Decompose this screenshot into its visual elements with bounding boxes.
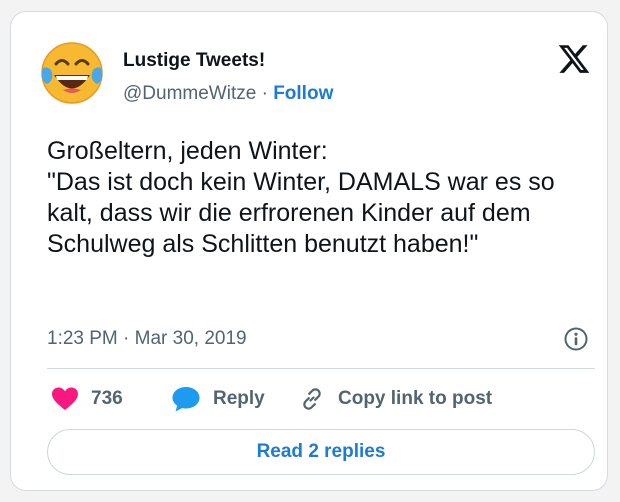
tweet-card: Lustige Tweets! @DummeWitze · Follow Gro… xyxy=(10,11,608,491)
reply-button[interactable]: Reply xyxy=(171,384,265,414)
avatar[interactable] xyxy=(39,40,105,106)
tweet-timestamp[interactable]: 1:23 PM · Mar 30, 2019 xyxy=(47,328,247,350)
separator-dot: · xyxy=(261,83,268,104)
handle-row: @DummeWitze · Follow xyxy=(123,83,333,105)
copy-link-button[interactable]: Copy link to post xyxy=(298,384,492,414)
author-handle[interactable]: @DummeWitze xyxy=(123,83,256,104)
follow-button[interactable]: Follow xyxy=(273,83,333,104)
divider xyxy=(47,368,595,369)
display-name[interactable]: Lustige Tweets! xyxy=(123,50,265,72)
tweet-text: Großeltern, jeden Winter: "Das ist doch … xyxy=(47,137,555,258)
speech-bubble-icon xyxy=(172,387,200,412)
x-logo-icon[interactable] xyxy=(557,42,591,76)
reply-label: Reply xyxy=(213,388,265,409)
read-replies-button[interactable]: Read 2 replies xyxy=(47,429,595,475)
heart-icon xyxy=(52,387,78,410)
info-icon[interactable] xyxy=(563,326,589,352)
link-icon xyxy=(303,388,321,410)
copy-link-label: Copy link to post xyxy=(338,388,493,409)
like-count: 736 xyxy=(91,388,123,409)
like-button[interactable]: 736 xyxy=(51,384,123,414)
